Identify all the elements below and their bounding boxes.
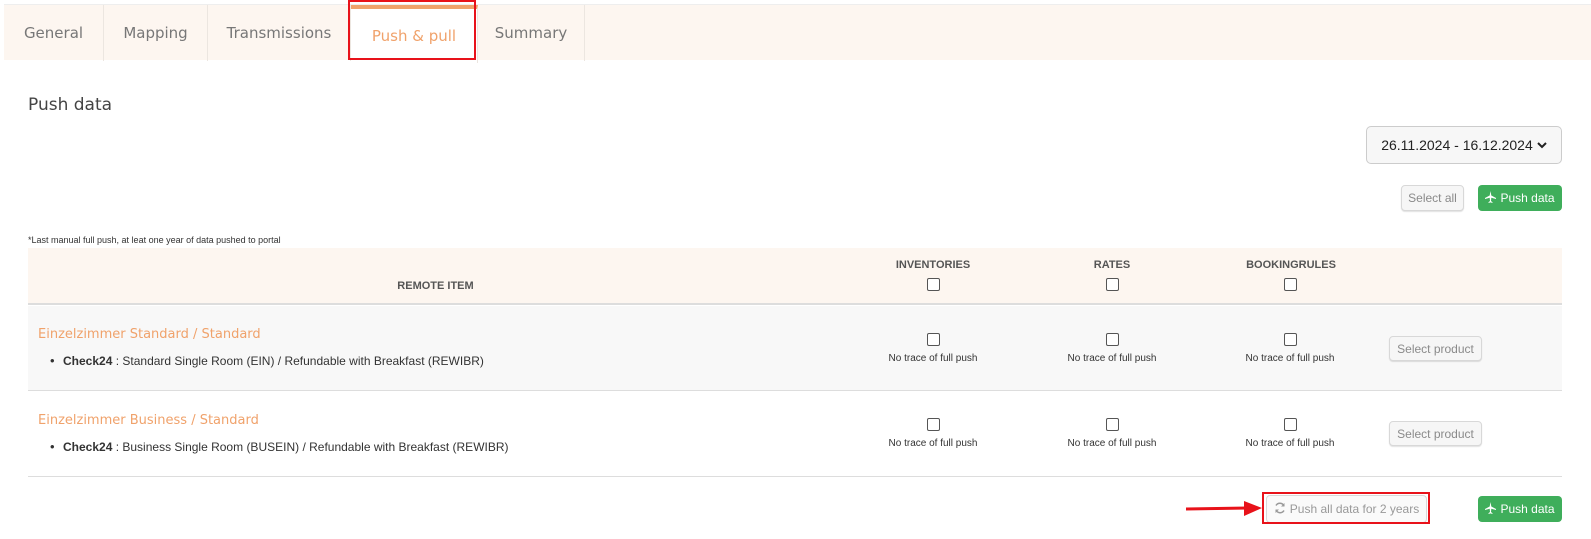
room-link[interactable]: Einzelzimmer Business / Standard — [38, 413, 259, 428]
tab-push-pull[interactable]: Push & pull — [351, 5, 478, 63]
push-data-button-bottom[interactable]: Push data — [1478, 496, 1562, 522]
table-row: Einzelzimmer Standard / Standard Check24… — [28, 306, 1562, 391]
select-all-button[interactable]: Select all — [1401, 185, 1464, 211]
channel-mapping-item: Check24 : Standard Single Room (EIN) / R… — [50, 353, 484, 368]
date-range-dropdown[interactable]: 26.11.2024 - 16.12.2024 — [1366, 126, 1562, 164]
rates-checkbox[interactable] — [1106, 418, 1119, 431]
chevron-down-icon — [1537, 141, 1547, 151]
date-range-value: 26.11.2024 - 16.12.2024 — [1381, 137, 1533, 153]
bookingrules-checkbox[interactable] — [1284, 333, 1297, 346]
header-bookingrules: BOOKINGRULES — [1246, 259, 1336, 271]
table-row: Einzelzimmer Business / Standard Check24… — [28, 392, 1562, 477]
push-all-years-label: Push all data for 2 years — [1289, 502, 1420, 516]
rates-trace: No trace of full push — [1067, 353, 1157, 364]
inventories-trace: No trace of full push — [888, 353, 978, 364]
tab-transmissions[interactable]: Transmissions — [208, 5, 351, 61]
header-rates: RATES — [1093, 259, 1131, 271]
header-remote-item: REMOTE ITEM — [397, 280, 474, 292]
table-header: REMOTE ITEM INVENTORIES RATES BOOKINGRUL… — [28, 248, 1562, 305]
header-inventories: INVENTORIES — [895, 259, 971, 271]
rates-trace: No trace of full push — [1067, 438, 1157, 449]
bookingrules-select-all-checkbox[interactable] — [1284, 278, 1297, 291]
tab-mapping[interactable]: Mapping — [104, 5, 208, 61]
rates-checkbox[interactable] — [1106, 333, 1119, 346]
channel-name: Check24 — [63, 440, 113, 454]
channel-name: Check24 — [63, 354, 113, 368]
tab-bar: General Mapping Transmissions Push & pul… — [4, 4, 1591, 63]
page-title: Push data — [28, 95, 113, 115]
tab-general[interactable]: General — [4, 5, 104, 61]
push-data-button-top[interactable]: Push data — [1478, 185, 1562, 211]
plane-icon — [1485, 501, 1497, 517]
channel-mapping-item: Check24 : Business Single Room (BUSEIN) … — [50, 439, 509, 454]
room-link[interactable]: Einzelzimmer Standard / Standard — [38, 327, 261, 342]
rates-select-all-checkbox[interactable] — [1106, 278, 1119, 291]
footnote: *Last manual full push, at leat one year… — [28, 235, 281, 245]
push-all-years-button[interactable]: Push all data for 2 years — [1266, 495, 1427, 523]
inventories-select-all-checkbox[interactable] — [927, 278, 940, 291]
inventories-checkbox[interactable] — [927, 333, 940, 346]
push-data-label: Push data — [1500, 191, 1555, 205]
inventories-trace: No trace of full push — [888, 438, 978, 449]
mapping-detail: : Business Single Room (BUSEIN) / Refund… — [112, 440, 509, 454]
arrow-annotation-icon — [1186, 501, 1262, 516]
bookingrules-trace: No trace of full push — [1245, 438, 1335, 449]
refresh-icon — [1274, 502, 1286, 517]
bookingrules-checkbox[interactable] — [1284, 418, 1297, 431]
select-product-button[interactable]: Select product — [1389, 421, 1482, 446]
tab-summary[interactable]: Summary — [478, 5, 585, 61]
select-product-button[interactable]: Select product — [1389, 336, 1482, 361]
inventories-checkbox[interactable] — [927, 418, 940, 431]
push-data-label: Push data — [1500, 502, 1555, 516]
plane-icon — [1485, 190, 1497, 206]
bookingrules-trace: No trace of full push — [1245, 353, 1335, 364]
mapping-detail: : Standard Single Room (EIN) / Refundabl… — [112, 354, 484, 368]
